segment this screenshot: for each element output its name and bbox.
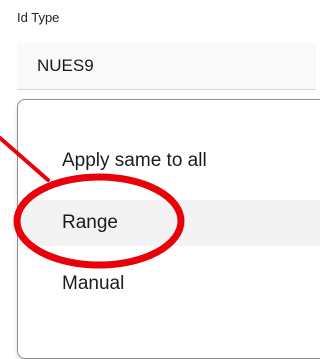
id-type-label: Id Type — [17, 10, 60, 25]
option-manual[interactable]: Manual — [18, 261, 320, 307]
dropdown-list: Apply same to all Range Manual — [17, 99, 320, 359]
option-apply-same-to-all[interactable]: Apply same to all — [18, 138, 320, 184]
option-range[interactable]: Range — [18, 200, 320, 246]
option-label: Manual — [62, 273, 125, 294]
id-type-value: NUES9 — [37, 56, 94, 75]
option-label: Range — [62, 212, 118, 233]
option-label: Apply same to all — [62, 150, 207, 171]
id-type-input[interactable]: NUES9 — [17, 43, 316, 90]
